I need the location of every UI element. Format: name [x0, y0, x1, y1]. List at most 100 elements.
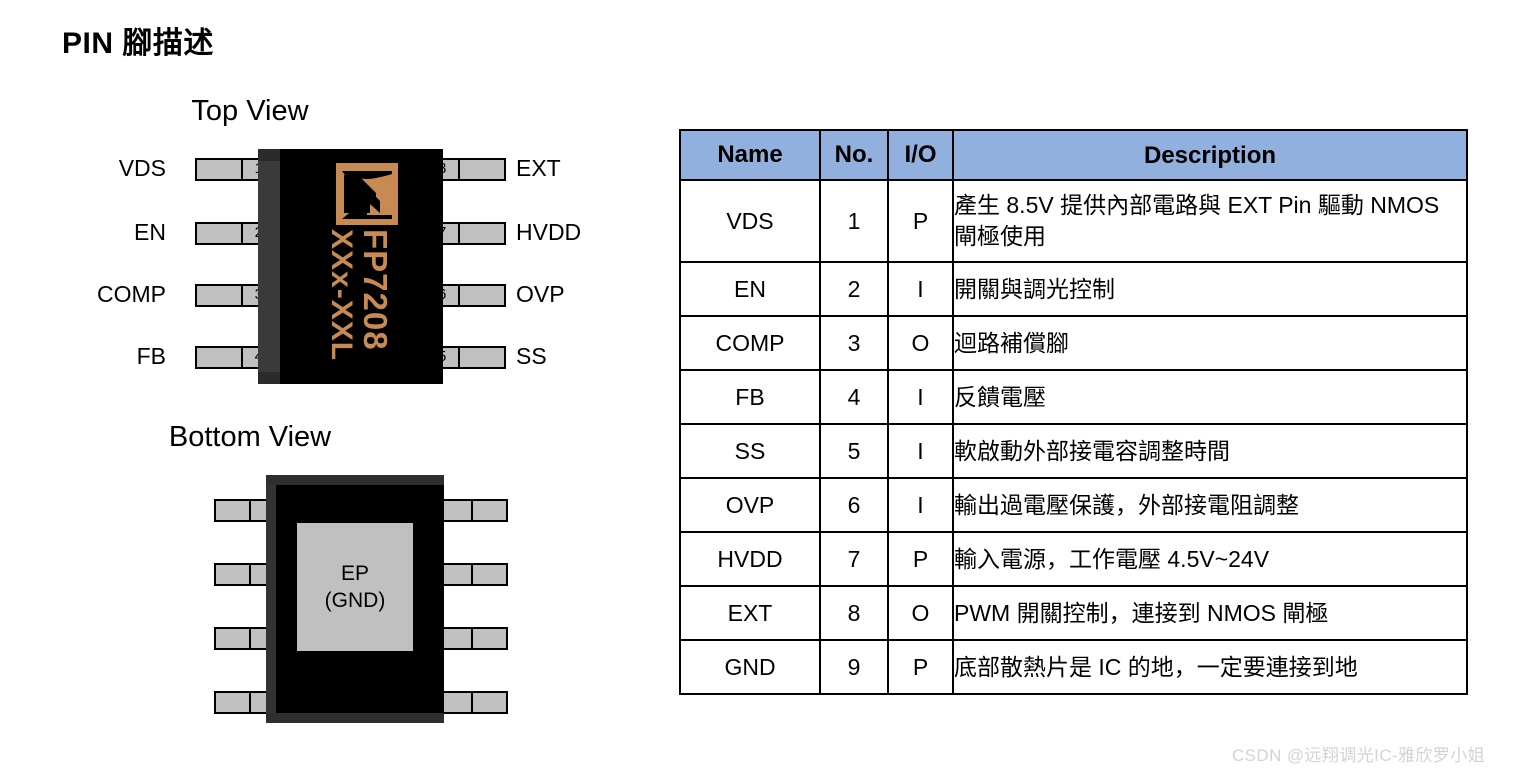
lead-outer: [197, 160, 241, 179]
chip-marking-part-number: FP7208: [357, 229, 394, 351]
pad-half: [216, 693, 249, 712]
pin-name: SS: [679, 423, 821, 479]
chip-bevel-bottom-bottom: [266, 713, 444, 723]
table-header: Name No. I/O Description: [679, 129, 1468, 181]
pad-half: [471, 501, 506, 520]
pin-number: 3: [819, 315, 889, 371]
chip-bevel-top-corner: [258, 149, 280, 161]
lead-outer: [197, 286, 241, 305]
table-body: VDS 1 P 產生 8.5V 提供內部電路與 EXT Pin 驅動 NMOS 閘極使…: [679, 179, 1468, 695]
pin-description: 產生 8.5V 提供內部電路與 EXT Pin 驅動 NMOS 閘極使用: [952, 179, 1468, 263]
pin-description: 輸出過電壓保護，外部接電阻調整: [952, 477, 1468, 533]
solder-pad: [436, 499, 508, 522]
lead-outer: [197, 224, 241, 243]
pin-name: EN: [679, 261, 821, 317]
pad-half: [216, 501, 249, 520]
table-row: EXT 8 O PWM 開關控制，連接到 NMOS 閘極: [679, 585, 1468, 641]
package-diagram-panel: Top View FP7208 XXx-XXL VDS 1 EN 2 COMP: [0, 95, 660, 755]
pin-description: 輸入電源，工作電壓 4.5V~24V: [952, 531, 1468, 587]
pin-number: 7: [819, 531, 889, 587]
pin-label-ovp: OVP: [516, 281, 565, 307]
top-view-caption: Top View: [191, 95, 309, 127]
page-title: PIN 腳描述: [62, 27, 214, 60]
column-header-no: No.: [819, 129, 889, 181]
pin-name: EXT: [679, 585, 821, 641]
chip-bevel-left: [258, 149, 280, 384]
pin-number: 2: [819, 261, 889, 317]
chip-bevel-top-bottom: [266, 475, 444, 485]
solder-pad: [436, 627, 508, 650]
table-row: FB 4 I 反饋電壓: [679, 369, 1468, 425]
column-header-io: I/O: [887, 129, 954, 181]
pin-label-hvdd: HVDD: [516, 219, 582, 245]
pad-half: [471, 693, 506, 712]
top-view-package: FP7208 XXx-XXL VDS 1 EN 2 COMP 3 FB 4 8 …: [97, 149, 581, 435]
pin-io: O: [887, 315, 954, 371]
pin-number: 6: [819, 477, 889, 533]
column-header-name: Name: [679, 129, 821, 181]
column-header-description: Description: [952, 129, 1468, 181]
pin-number: 4: [819, 369, 889, 425]
lead-outer: [197, 348, 241, 367]
pad-half: [471, 565, 506, 584]
pad-half: [471, 629, 506, 648]
pin-name: FB: [679, 369, 821, 425]
chip-bevel-left-bottom: [266, 475, 276, 723]
exposed-pad: EP (GND): [297, 523, 413, 651]
pin-io: I: [887, 261, 954, 317]
pin-label-ss: SS: [516, 343, 547, 369]
pin-name: COMP: [679, 315, 821, 371]
pin-name: VDS: [679, 179, 821, 263]
table-row: EN 2 I 開關與調光控制: [679, 261, 1468, 317]
pin-number: 5: [819, 423, 889, 479]
pin-io: P: [887, 179, 954, 263]
chip-bevel-bottom-corner: [258, 372, 280, 384]
lead-outer: [460, 224, 504, 243]
pin-io: I: [887, 369, 954, 425]
pin-number: 8: [819, 585, 889, 641]
pin-io: P: [887, 531, 954, 587]
table-row: SS 5 I 軟啟動外部接電容調整時間: [679, 423, 1468, 479]
pad-half: [216, 565, 249, 584]
pin-description: PWM 開關控制，連接到 NMOS 閘極: [952, 585, 1468, 641]
vendor-logo-icon: [336, 163, 398, 225]
pin-io: P: [887, 639, 954, 695]
table-row: GND 9 P 底部散熱片是 IC 的地，一定要連接到地: [679, 639, 1468, 695]
pin-label-fb: FB: [136, 343, 166, 369]
bottom-view-package: EP (GND): [178, 475, 508, 765]
solder-pad: [436, 691, 508, 714]
pin-description: 開關與調光控制: [952, 261, 1468, 317]
pin-description: 反饋電壓: [952, 369, 1468, 425]
table-row: HVDD 7 P 輸入電源，工作電壓 4.5V~24V: [679, 531, 1468, 587]
solder-pad: [436, 563, 508, 586]
chip-marking-date-code: XXx-XXL: [325, 229, 358, 362]
pin-label-en: EN: [134, 219, 166, 245]
pin-name: OVP: [679, 477, 821, 533]
pin1-indicator-icon: [289, 163, 319, 193]
lead-outer: [460, 160, 504, 179]
pin-io: O: [887, 585, 954, 641]
pin-number: 1: [819, 179, 889, 263]
lead-outer: [460, 286, 504, 305]
pin-description-table: Name No. I/O Description VDS 1 P 產生 8.5V 提供…: [679, 129, 1468, 695]
pin-name: HVDD: [679, 531, 821, 587]
watermark: CSDN @远翔调光IC-雅欣罗小姐: [1231, 746, 1485, 765]
bottom-view-caption: Bottom View: [168, 421, 332, 453]
pin-description: 迴路補償腳: [952, 315, 1468, 371]
pin-label-vds: VDS: [118, 155, 166, 181]
table-row: COMP 3 O 迴路補償腳: [679, 315, 1468, 371]
pin-description: 底部散熱片是 IC 的地，一定要連接到地: [952, 639, 1468, 695]
table-row: OVP 6 I 輸出過電壓保護，外部接電阻調整: [679, 477, 1468, 533]
pin-label-comp: COMP: [97, 281, 166, 307]
pin-number: 9: [819, 639, 889, 695]
pin-io: I: [887, 423, 954, 479]
pin-description: 軟啟動外部接電容調整時間: [952, 423, 1468, 479]
pin-io: I: [887, 477, 954, 533]
exposed-pad-net: (GND): [324, 589, 386, 612]
table-header-row: Name No. I/O Description: [679, 129, 1468, 181]
pin-label-ext: EXT: [516, 155, 561, 181]
pin-name: GND: [679, 639, 821, 695]
pad-half: [216, 629, 249, 648]
table-row: VDS 1 P 產生 8.5V 提供內部電路與 EXT Pin 驅動 NMOS 閘極使…: [679, 179, 1468, 263]
exposed-pad-label: EP: [340, 562, 369, 585]
